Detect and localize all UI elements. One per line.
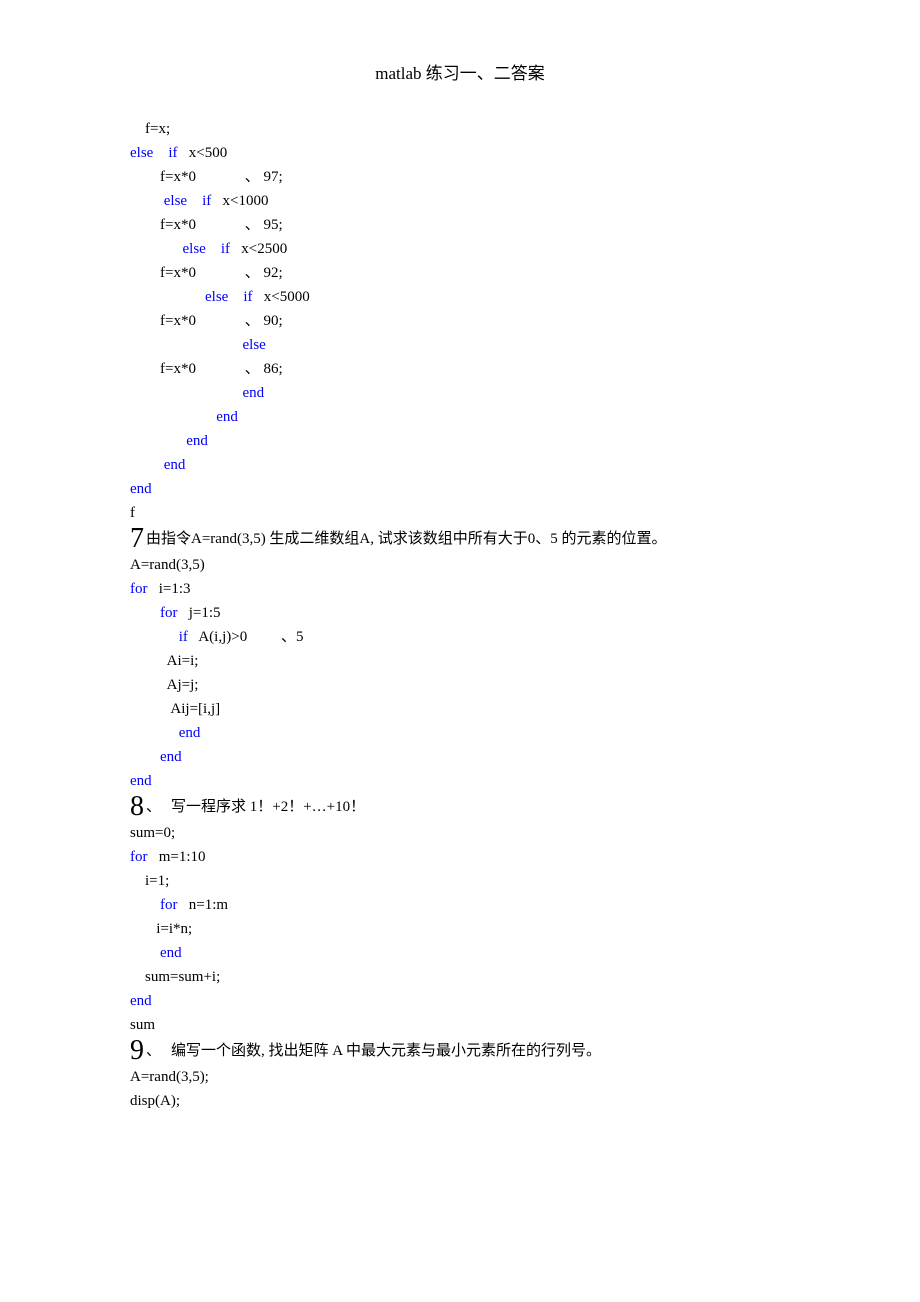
question-9-heading: 9 、 编写一个函数, 找出矩阵 A 中最大元素与最小元素所在的行列号。 [130,1037,790,1065]
code: end [130,477,790,501]
code: Aij=[i,j] [130,697,790,721]
code: f [130,501,790,525]
code: else if x<2500 [130,237,790,261]
code: if A(i,j)>0 、5 [130,625,790,649]
code: end [130,941,790,965]
code: f=x; [130,117,790,141]
question-8-heading: 8 、 写一程序求 1！+2！+…+10！ [130,793,790,821]
question-number: 8 [130,793,144,821]
question-sep: 、 [146,795,161,821]
question-7-heading: 7 由指令A=rand(3,5) 生成二维数组A, 试求该数组中所有大于0、5 … [130,525,790,553]
code: sum=0; [130,821,790,845]
code: f=x*0 、 90; [130,309,790,333]
question-number: 7 [130,525,144,553]
code: else [130,333,790,357]
code: end [130,745,790,769]
code: for m=1:10 [130,845,790,869]
code: sum [130,1013,790,1037]
code: end [130,721,790,745]
code: A=rand(3,5) [130,553,790,577]
code: sum=sum+i; [130,965,790,989]
question-text: 编写一个函数, 找出矩阵 A 中最大元素与最小元素所在的行列号。 [161,1039,601,1065]
code: for j=1:5 [130,601,790,625]
code: end [130,989,790,1013]
code: else if x<1000 [130,189,790,213]
code: for n=1:m [130,893,790,917]
code: for i=1:3 [130,577,790,601]
code: end [130,381,790,405]
code: else if x<5000 [130,285,790,309]
code: A=rand(3,5); [130,1065,790,1089]
code: end [130,429,790,453]
question-text: 写一程序求 1！+2！+…+10！ [161,795,365,821]
code: i=i*n; [130,917,790,941]
page-title: matlab 练习一、二答案 [130,60,790,87]
code: Ai=i; [130,649,790,673]
code: i=1; [130,869,790,893]
code: end [130,453,790,477]
question-sep: 、 [146,1039,161,1065]
code: f=x*0 、 97; [130,165,790,189]
code: else if x<500 [130,141,790,165]
code: end [130,769,790,793]
question-text: 由指令A=rand(3,5) 生成二维数组A, 试求该数组中所有大于0、5 的元… [146,527,667,553]
code: disp(A); [130,1089,790,1113]
code: f=x*0 、 86; [130,357,790,381]
question-number: 9 [130,1037,144,1065]
code: f=x*0 、 92; [130,261,790,285]
code: end [130,405,790,429]
code: f=x*0 、 95; [130,213,790,237]
code: Aj=j; [130,673,790,697]
